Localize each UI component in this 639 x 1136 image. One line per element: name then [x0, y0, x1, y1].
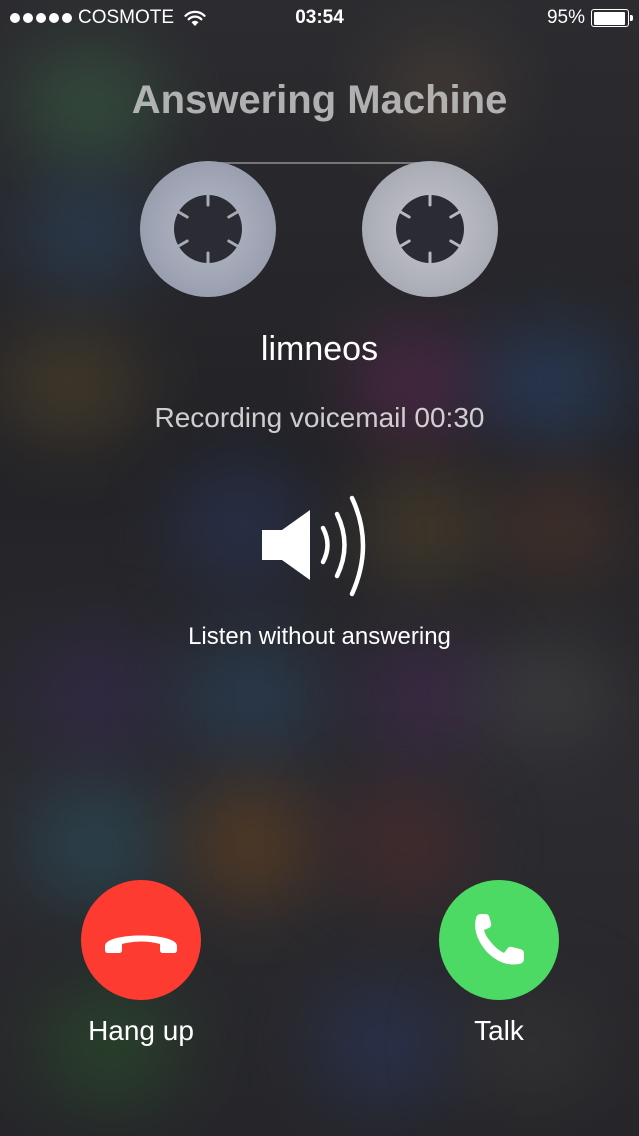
hang-up-button[interactable] [81, 880, 201, 1000]
battery-percent: 95% [546, 7, 585, 28]
status-bar-right: 95% [546, 7, 633, 29]
screen-title: Answering Machine [131, 78, 508, 122]
tape-reel-icon [362, 161, 498, 297]
tape-reel-icon [140, 161, 276, 297]
recording-status: Recording voicemail 00:30 [154, 402, 485, 433]
battery-fill [593, 11, 625, 25]
phone-icon [475, 914, 524, 965]
hang-up-phone-icon [105, 935, 177, 953]
status-bar: COSMOTE 03:54 95% [0, 0, 639, 38]
talk-button[interactable] [439, 880, 559, 1000]
hang-up-label: Hang up [88, 1015, 194, 1046]
speaker-icon [262, 495, 366, 597]
battery-icon [591, 9, 633, 27]
tape-reels [0, 160, 639, 300]
listen-without-answering-button[interactable] [250, 490, 390, 610]
talk-label: Talk [474, 1015, 524, 1046]
status-time: 03:54 [295, 7, 344, 28]
caller-name: limneos [260, 330, 379, 368]
listen-label: Listen without answering [188, 623, 451, 650]
